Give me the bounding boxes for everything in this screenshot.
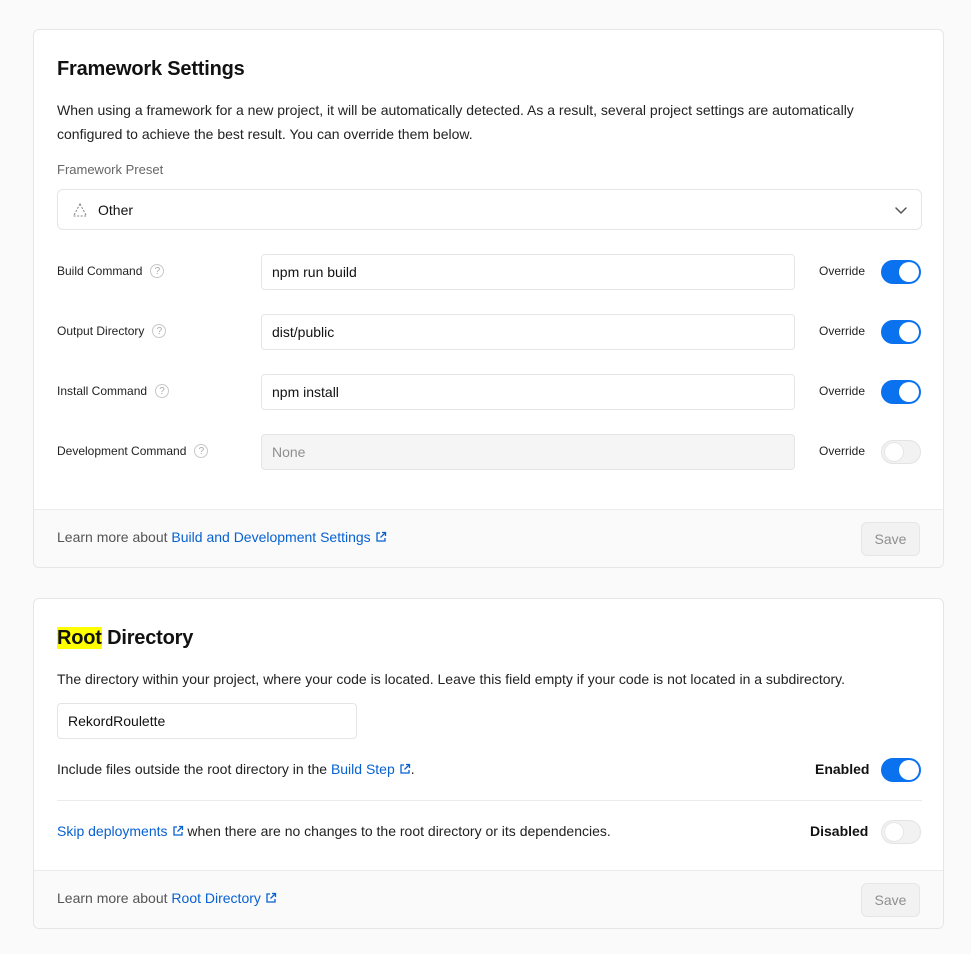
- external-link-icon: [376, 531, 386, 542]
- triangle-icon: [72, 202, 88, 217]
- install-command-override-toggle[interactable]: [881, 380, 921, 404]
- framework-settings-title: Framework Settings: [57, 58, 245, 80]
- output-directory-override-toggle[interactable]: [881, 320, 921, 344]
- build-command-override-label: Override: [819, 264, 866, 278]
- build-development-settings-link[interactable]: Build and Development Settings: [171, 529, 386, 545]
- development-command-label-text: Development Command: [57, 444, 187, 458]
- root-directory-footer: Learn more about Root Directory Save: [34, 870, 943, 928]
- framework-preset-label: Framework Preset: [57, 162, 164, 177]
- external-link-icon: [400, 763, 410, 774]
- build-command-override-toggle[interactable]: [881, 260, 921, 284]
- development-command-override-toggle[interactable]: [881, 440, 921, 464]
- title-highlight: Root: [57, 627, 102, 649]
- help-circle-icon[interactable]: ?: [150, 264, 165, 278]
- external-link-icon: [266, 892, 277, 903]
- help-circle-icon[interactable]: ?: [194, 444, 209, 458]
- help-circle-icon[interactable]: ?: [155, 384, 170, 398]
- framework-footer-note: Learn more about Build and Development S…: [57, 529, 387, 545]
- chevron-down-icon: [895, 207, 907, 214]
- output-directory-input[interactable]: dist/public: [261, 314, 795, 350]
- output-directory-label-text: Output Directory: [57, 324, 145, 338]
- framework-footer-prefix: Learn more about: [57, 529, 168, 545]
- skip-deployments-text: Skip deployments when there are no chang…: [57, 823, 611, 839]
- build-step-link[interactable]: Build Step: [331, 761, 411, 777]
- root-directory-title: Root Directory: [57, 627, 193, 650]
- external-link-icon: [172, 825, 183, 836]
- framework-settings-footer: Learn more about Build and Development S…: [34, 509, 943, 567]
- install-command-label-text: Install Command: [57, 384, 148, 398]
- root-save-button[interactable]: Save: [861, 883, 920, 917]
- title-rest: Directory: [107, 627, 194, 649]
- output-directory-label: Output Directory ?: [57, 321, 167, 341]
- skip-deployments-state: Disabled: [810, 823, 869, 839]
- development-command-override-label: Override: [819, 444, 866, 458]
- framework-preset-value: Other: [98, 201, 134, 218]
- install-command-input[interactable]: npm install: [261, 374, 795, 410]
- install-command-override-label: Override: [819, 384, 866, 398]
- build-command-input[interactable]: npm run build: [261, 254, 795, 290]
- root-directory-input[interactable]: RekordRoulette: [57, 703, 357, 739]
- framework-settings-card: Framework Settings When using a framewor…: [33, 29, 944, 568]
- root-footer-prefix: Learn more about: [57, 890, 168, 906]
- framework-save-button[interactable]: Save: [861, 522, 920, 556]
- skip-deployments-toggle[interactable]: [881, 820, 921, 844]
- output-directory-override-label: Override: [819, 324, 866, 338]
- development-command-label: Development Command ?: [57, 441, 209, 461]
- root-directory-link[interactable]: Root Directory: [171, 890, 277, 906]
- skip-deployments-link[interactable]: Skip deployments: [57, 823, 184, 839]
- root-footer-note: Learn more about Root Directory: [57, 890, 277, 906]
- build-command-label: Build Command ?: [57, 261, 165, 281]
- divider: [57, 800, 922, 801]
- framework-settings-description: When using a framework for a new project…: [57, 102, 854, 142]
- help-circle-icon[interactable]: ?: [152, 324, 167, 338]
- framework-preset-select[interactable]: Other: [57, 189, 922, 230]
- root-directory-card: Root Directory The directory within your…: [33, 598, 944, 929]
- build-command-label-text: Build Command: [57, 264, 143, 278]
- development-command-input[interactable]: None: [261, 434, 795, 470]
- install-command-label: Install Command ?: [57, 381, 170, 401]
- include-files-text: Include files outside the root directory…: [57, 761, 415, 777]
- include-files-toggle[interactable]: [881, 758, 921, 782]
- include-files-state: Enabled: [815, 761, 870, 777]
- root-directory-description: The directory within your project, where…: [57, 671, 846, 687]
